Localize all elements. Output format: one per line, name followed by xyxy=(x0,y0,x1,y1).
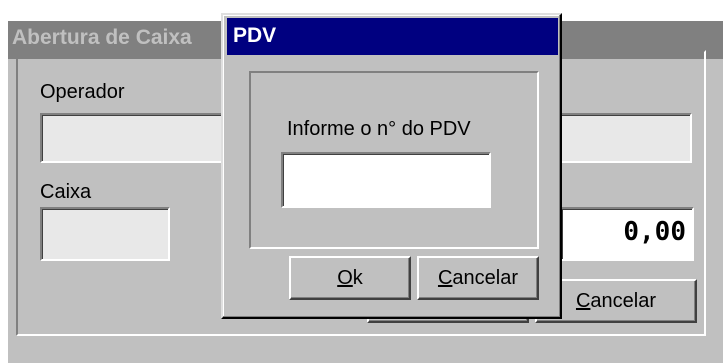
dialog-cancel-label: ancelar xyxy=(452,267,519,289)
pdv-number-input[interactable] xyxy=(281,152,491,208)
operador-label: Operador xyxy=(40,81,125,103)
pdv-prompt-label: Informe o n° do PDV xyxy=(287,118,471,140)
dialog-cancel-button[interactable]: Cancelar xyxy=(417,256,539,300)
dialog-cancel-accelerator: C xyxy=(437,267,453,289)
dialog-ok-accelerator: O xyxy=(337,267,353,289)
cancel-accelerator: C xyxy=(575,290,591,312)
pdv-dialog: PDV Informe o n° do PDV Ok Cancelar xyxy=(221,13,562,319)
caixa-field[interactable] xyxy=(40,207,170,261)
valor-field[interactable]: 0,00 xyxy=(560,207,694,261)
pdv-titlebar[interactable]: PDV xyxy=(227,18,558,55)
caixa-label: Caixa xyxy=(40,181,92,203)
dialog-ok-button[interactable]: Ok xyxy=(289,256,411,300)
window-title: Abertura de Caixa xyxy=(12,26,192,49)
cancel-label: ancelar xyxy=(590,290,657,312)
dialog-ok-label: k xyxy=(352,267,363,289)
dialog-title: PDV xyxy=(233,24,277,47)
